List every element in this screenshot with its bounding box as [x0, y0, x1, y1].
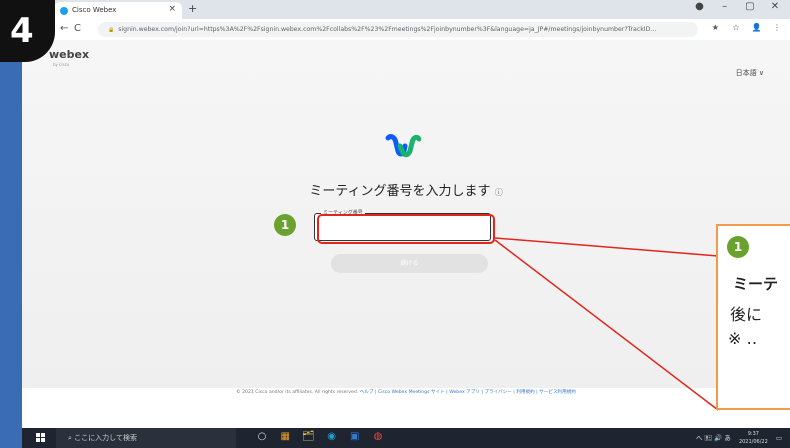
step-badge-callout: 1	[727, 236, 749, 258]
clock-time: 9:37	[747, 431, 759, 437]
app-icon-1[interactable]: ▦	[275, 431, 295, 442]
task-view-icon[interactable]: ○	[252, 431, 272, 442]
taskbar-search[interactable]: ⌕ ここに入力して検索	[56, 428, 236, 448]
callout-line-1: ミーテ	[733, 275, 779, 293]
clock[interactable]: 9:37 2021/06/22	[739, 430, 768, 446]
windows-start-icon[interactable]	[36, 433, 46, 443]
system-tray: へ 🖭 🔊 あ 9:37 2021/06/22 ▭	[696, 428, 782, 448]
taskbar-apps: ○ ▦ 🗂 ◉ ▣ ◍	[252, 431, 388, 442]
edge-icon[interactable]: ◉	[322, 431, 342, 442]
windows-taskbar: ⌕ ここに入力して検索 ○ ▦ 🗂 ◉ ▣ ◍ へ 🖭 🔊 あ 9:37 202…	[22, 428, 790, 448]
taskbar-search-placeholder: ここに入力して検索	[74, 434, 137, 442]
file-explorer-icon[interactable]: 🗂	[298, 431, 318, 442]
field-highlight-box	[317, 214, 495, 244]
callout-line-3: ※ ‥	[728, 329, 758, 348]
instruction-callout: ミーテ 後に ※ ‥	[716, 224, 790, 410]
outlook-icon[interactable]: ▣	[345, 431, 365, 442]
chrome-icon[interactable]: ◍	[368, 431, 388, 442]
tray-icons[interactable]: へ 🖭 🔊 あ	[696, 434, 731, 442]
notification-icon[interactable]: ▭	[776, 434, 782, 442]
clock-date: 2021/06/22	[738, 439, 768, 445]
callout-line-2: 後に	[730, 305, 763, 324]
step-badge-field: 1	[274, 214, 296, 236]
